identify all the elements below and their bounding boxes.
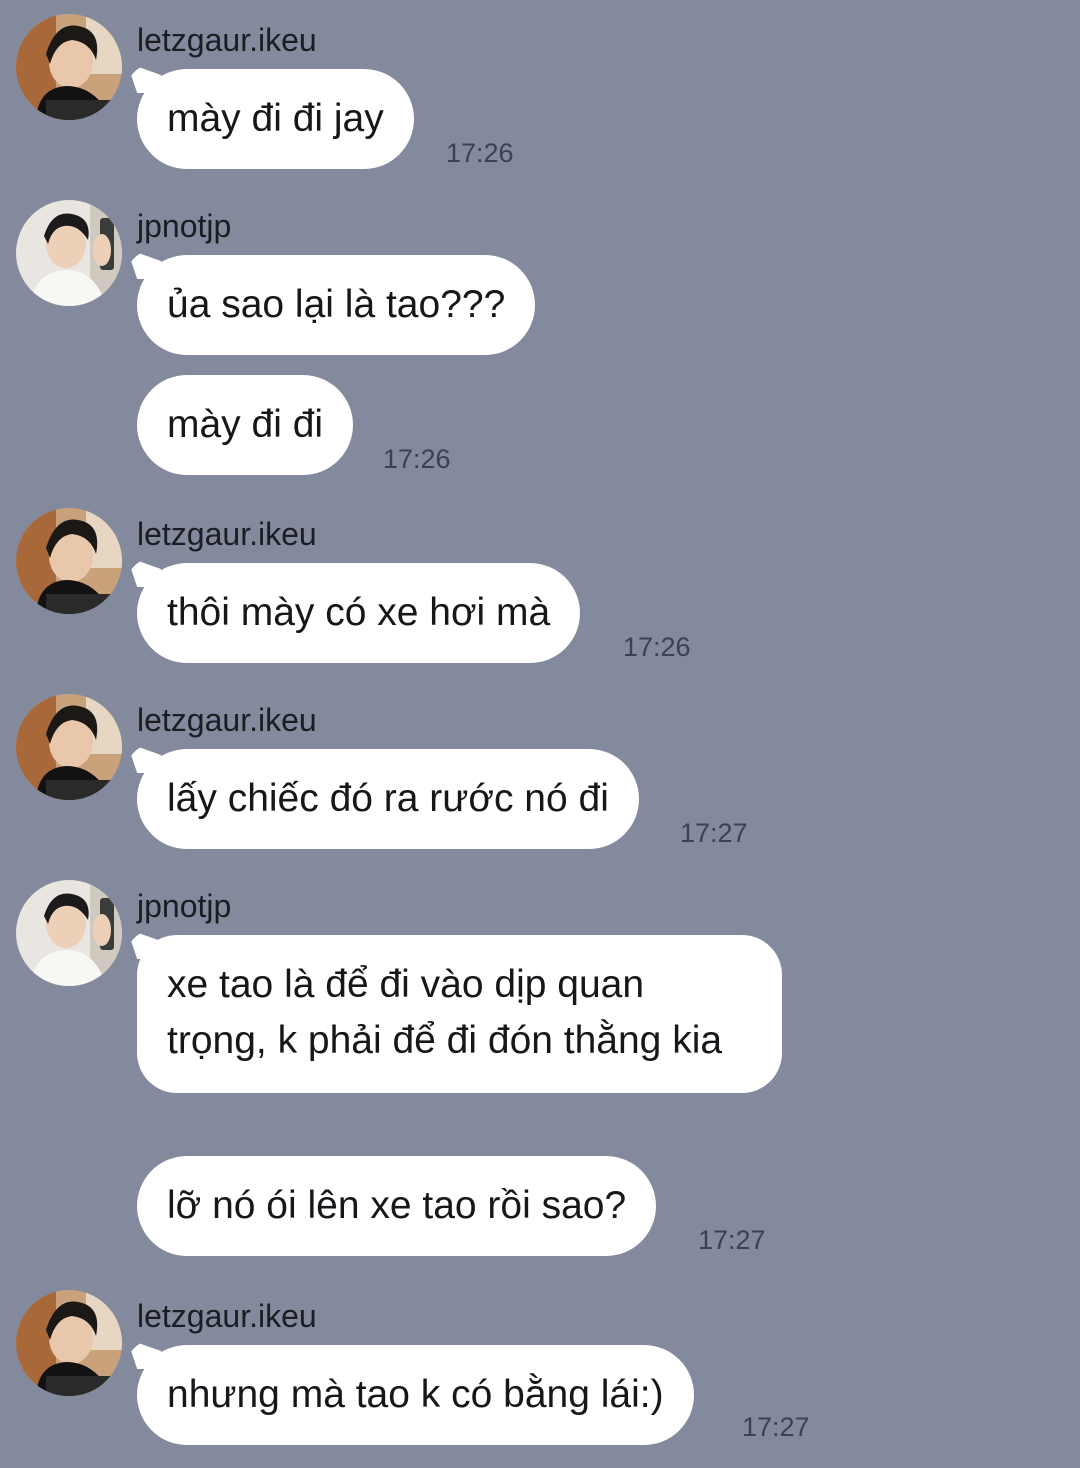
message-text: mày đi đi jay bbox=[167, 97, 384, 140]
message-bubble[interactable]: xe tao là để đi vào dịp quan trọng, k ph… bbox=[137, 935, 782, 1093]
sender-name: letzgaur.ikeu bbox=[137, 516, 317, 552]
letzgaur-avatar-icon[interactable] bbox=[16, 14, 122, 120]
message-time: 17:27 bbox=[698, 1225, 766, 1255]
sender-name: letzgaur.ikeu bbox=[137, 1298, 317, 1334]
message-text: ủa sao lại là tao??? bbox=[167, 283, 506, 326]
jpnotjp-avatar-icon[interactable] bbox=[16, 200, 122, 306]
message-bubble[interactable]: lỡ nó ói lên xe tao rồi sao? bbox=[137, 1156, 657, 1256]
message-bubble[interactable]: ủa sao lại là tao??? bbox=[137, 255, 536, 355]
message-text: mày đi đi bbox=[167, 403, 324, 446]
message-time: 17:26 bbox=[446, 138, 514, 168]
message-bubble[interactable]: lấy chiếc đó ra rước nó đi bbox=[137, 749, 639, 849]
message-text: nhưng mà tao k có bằng lái:) bbox=[167, 1373, 664, 1416]
message-bubble[interactable]: mày đi đi bbox=[137, 375, 354, 475]
message-text: lấy chiếc đó ra rước nó đi bbox=[167, 777, 609, 820]
chat-area[interactable]: letzgaur.ikeu mày đi đi jay 17:26 jpnotj… bbox=[0, 0, 1080, 1468]
message-bubble[interactable]: thôi mày có xe hơi mà bbox=[137, 563, 581, 663]
message-time: 17:26 bbox=[383, 444, 451, 474]
message-bubble[interactable]: nhưng mà tao k có bằng lái:) bbox=[137, 1345, 694, 1445]
sender-name: letzgaur.ikeu bbox=[137, 22, 317, 58]
sender-name: jpnotjp bbox=[137, 208, 232, 244]
sender-name: letzgaur.ikeu bbox=[137, 702, 317, 738]
message-text: thôi mày có xe hơi mà bbox=[167, 591, 551, 634]
letzgaur-avatar-icon[interactable] bbox=[16, 1290, 122, 1396]
message-time: 17:26 bbox=[623, 632, 691, 662]
message-bubble[interactable]: mày đi đi jay bbox=[137, 69, 414, 169]
letzgaur-avatar-icon[interactable] bbox=[16, 694, 122, 800]
jpnotjp-avatar-icon[interactable] bbox=[16, 880, 122, 986]
message-text: xe tao là để đi vào dịp quan trọng, k ph… bbox=[167, 963, 723, 1062]
sender-name: jpnotjp bbox=[137, 888, 232, 924]
message-time: 17:27 bbox=[742, 1412, 810, 1442]
letzgaur-avatar-icon[interactable] bbox=[16, 508, 122, 614]
message-time: 17:27 bbox=[680, 818, 748, 848]
message-text: lỡ nó ói lên xe tao rồi sao? bbox=[167, 1184, 627, 1227]
